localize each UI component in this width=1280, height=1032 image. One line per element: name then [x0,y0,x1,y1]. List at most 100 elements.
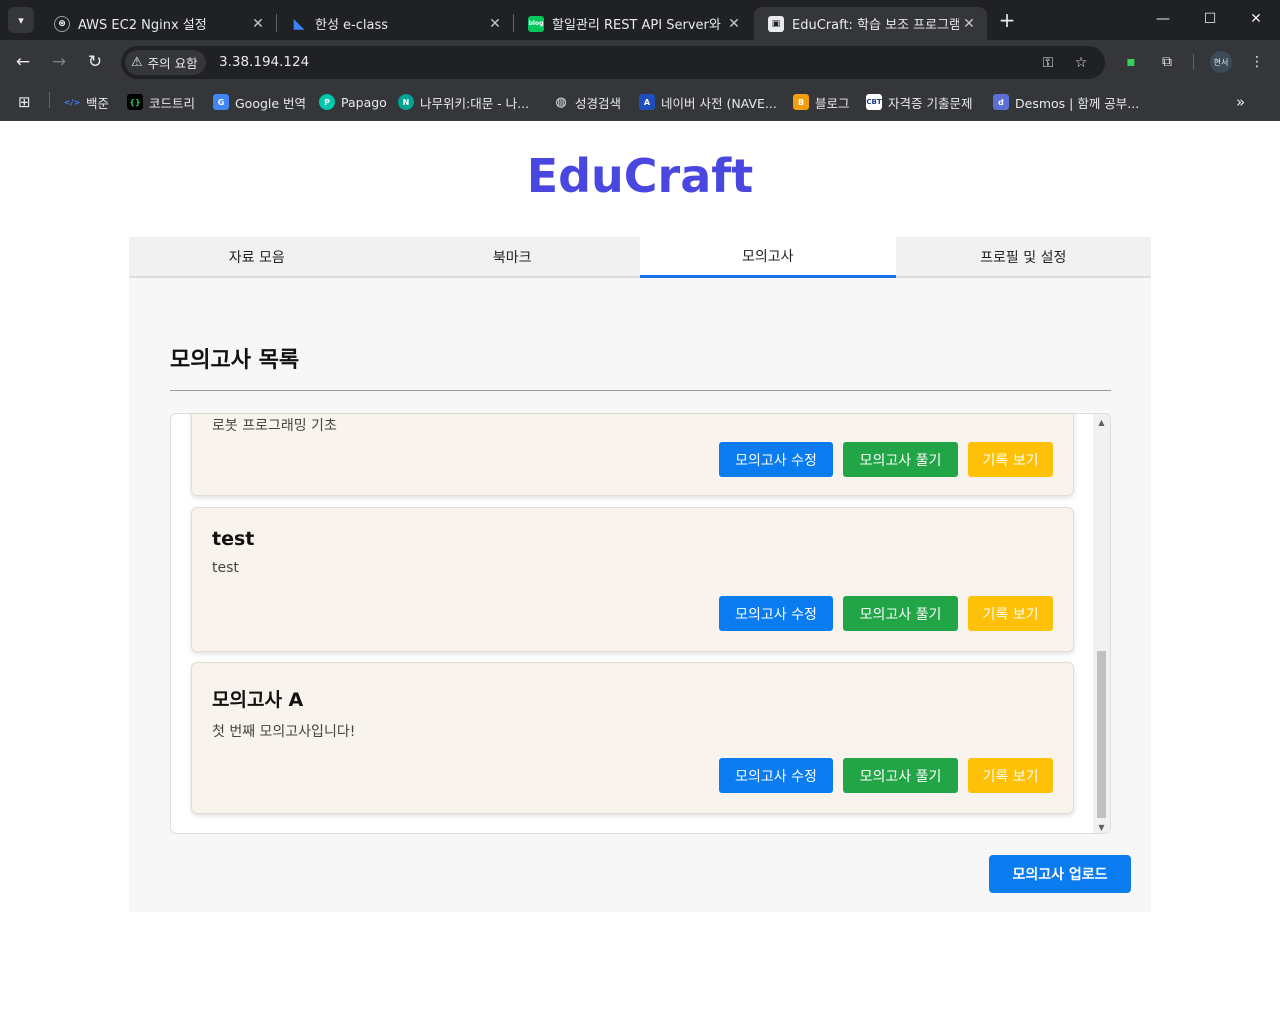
close-icon[interactable]: ✕ [485,14,505,34]
bookmark-label: 자격증 기출문제 [888,95,973,111]
chevron-down-icon[interactable]: ▾ [8,7,34,33]
edit-exam-button[interactable]: 모의고사 수정 [719,758,833,793]
arrow-left-icon[interactable]: ← [9,48,37,76]
app-brand: EduCraft [526,149,754,203]
bookmark-item[interactable]: ◍ 성경검색 [553,92,621,112]
minimize-icon[interactable]: — [1140,4,1186,34]
browser-toolbar: ← → ↻ ⚠ 주의 요함 3.38.194.124 ⚿ ☆ ▪ ⧉ 현서 ⋮ [0,40,1280,84]
close-icon[interactable]: ✕ [724,14,744,34]
kebab-menu-icon[interactable]: ⋮ [1246,51,1268,73]
exam-title: test [212,528,255,550]
blogger-icon: B [793,94,809,110]
exam-list-container[interactable]: 로봇 프로그래밍 기초 모의고사 수정 모의고사 풀기 기록 보기 test t… [170,413,1111,834]
tab-title: 할일관리 REST API Server와 Cl [552,18,724,33]
tab-title: EduCraft: 학습 보조 프로그램 [792,18,959,33]
exam-title: 모의고사 A [212,689,304,711]
scroll-up-arrow-icon[interactable]: ▲ [1093,414,1110,430]
divider [170,390,1111,391]
namuwiki-icon: N [398,94,414,110]
scrollbar-thumb[interactable] [1097,651,1106,818]
upload-exam-button[interactable]: 모의고사 업로드 [989,855,1131,893]
bookmark-label: 나무위키:대문 - 나... [420,95,530,111]
mock-exam-panel: 모의고사 목록 로봇 프로그래밍 기초 모의고사 수정 모의고사 풀기 기록 보… [129,278,1151,912]
view-history-button[interactable]: 기록 보기 [968,758,1053,793]
eclass-icon: ◣ [293,15,305,32]
edit-exam-button[interactable]: 모의고사 수정 [719,442,833,477]
exam-card-actions: 모의고사 수정 모의고사 풀기 기록 보기 [719,596,1053,631]
naver-blog-icon: blog [528,15,544,32]
chevron-double-right-icon[interactable]: » [1236,92,1245,112]
desmos-icon: d [993,94,1009,110]
bookmark-item[interactable]: CBT 자격증 기출문제 [866,92,972,112]
browser-tab[interactable]: ◣ 한성 e-class ✕ [277,7,513,40]
browser-tab[interactable]: blog 할일관리 REST API Server와 Cl ✕ [514,7,752,40]
close-icon[interactable]: ✕ [248,14,268,34]
openai-icon: ⊛ [54,15,70,32]
edit-exam-button[interactable]: 모의고사 수정 [719,596,833,631]
address-bar[interactable]: ⚠ 주의 요함 3.38.194.124 ⚿ ☆ [121,46,1105,79]
apps-grid-icon[interactable]: ⊞ [18,92,31,112]
bookmark-label: Papago [341,94,387,110]
warning-icon: ⚠ [131,55,143,70]
exam-card: test test 모의고사 수정 모의고사 풀기 기록 보기 [191,507,1074,652]
puzzle-icon[interactable]: ⧉ [1156,51,1178,73]
browser-tab[interactable]: ⊛ AWS EC2 Nginx 설정 ✕ [40,7,276,40]
educraft-favicon: ▣ [768,15,784,32]
bookmark-label: 블로그 [815,95,850,111]
close-icon[interactable]: ✕ [1233,4,1279,34]
tab-profile-settings[interactable]: 프로필 및 설정 [896,237,1152,276]
bookmark-label: Google 번역 [235,95,307,111]
bookmark-item[interactable]: {} 코드트리 [127,92,195,112]
scroll-down-arrow-icon[interactable]: ▼ [1093,819,1110,833]
avatar[interactable]: 현서 [1210,51,1232,73]
page: EduCraft 자료 모음 북마크 모의고사 프로필 및 설정 모의고사 목록… [1,121,1279,1031]
main-nav-tabs: 자료 모음 북마크 모의고사 프로필 및 설정 [129,237,1151,278]
tab-mock-exams[interactable]: 모의고사 [640,237,896,278]
profile-label: 현서 [1213,57,1229,67]
bookmark-separator [49,92,50,108]
codetree-icon: {} [127,94,143,110]
solve-exam-button[interactable]: 모의고사 풀기 [843,758,958,793]
globe-icon: ◍ [555,94,567,110]
extension-badge-icon[interactable]: ▪ [1120,51,1142,73]
bookmark-item[interactable]: N 나무위키:대문 - 나... [398,92,529,112]
bookmarks-bar: ⊞ </> 백준 {} 코드트리 G Google 번역 P Papago N … [0,84,1280,121]
exam-card: 모의고사 A 첫 번째 모의고사입니다! 모의고사 수정 모의고사 풀기 기록 … [191,662,1074,814]
solve-exam-button[interactable]: 모의고사 풀기 [843,442,958,477]
bookmark-label: 백준 [86,95,110,111]
bookmark-item[interactable]: d Desmos | 함께 공부... [993,92,1139,112]
bookmark-item[interactable]: B 블로그 [793,92,850,112]
browser-chrome: ▾ ⊛ AWS EC2 Nginx 설정 ✕ ◣ 한성 e-class ✕ bl… [0,0,1280,121]
browser-tab-active[interactable]: ▣ EduCraft: 학습 보조 프로그램 ✕ [754,7,987,40]
google-translate-icon: G [213,94,229,110]
close-icon[interactable]: ✕ [959,14,979,34]
reload-icon[interactable]: ↻ [81,48,109,76]
key-icon[interactable]: ⚿ [1037,52,1059,74]
url-text[interactable]: 3.38.194.124 [219,54,309,70]
bookmark-item[interactable]: </> 백준 [64,92,109,112]
plus-icon[interactable]: + [996,8,1018,32]
toolbar-divider [1193,54,1194,70]
bookmark-item[interactable]: A 네이버 사전 (NAVE... [639,92,777,112]
view-history-button[interactable]: 기록 보기 [968,596,1053,631]
scrollbar[interactable]: ▲ ▼ [1093,414,1110,833]
bookmark-item[interactable]: G Google 번역 [213,92,306,112]
maximize-icon[interactable]: ☐ [1187,4,1233,34]
cbt-icon: CBT [866,94,882,110]
security-label: 주의 요함 [147,56,198,71]
tab-resources[interactable]: 자료 모음 [129,237,385,276]
bookmark-item[interactable]: P Papago [319,92,387,112]
bookmark-label: 코드트리 [149,95,196,111]
exam-description: test [212,560,239,576]
arrow-right-icon[interactable]: → [45,48,73,76]
star-icon[interactable]: ☆ [1070,52,1092,74]
view-history-button[interactable]: 기록 보기 [968,442,1053,477]
papago-icon: P [319,94,335,110]
tab-bookmarks[interactable]: 북마크 [385,237,641,276]
bookmark-label: 성경검색 [575,95,622,111]
security-chip[interactable]: ⚠ 주의 요함 [125,50,206,75]
solve-exam-button[interactable]: 모의고사 풀기 [843,596,958,631]
tab-strip: ▾ ⊛ AWS EC2 Nginx 설정 ✕ ◣ 한성 e-class ✕ bl… [0,0,1280,40]
bookmark-label: 네이버 사전 (NAVE... [661,95,777,111]
section-title: 모의고사 목록 [170,348,300,373]
